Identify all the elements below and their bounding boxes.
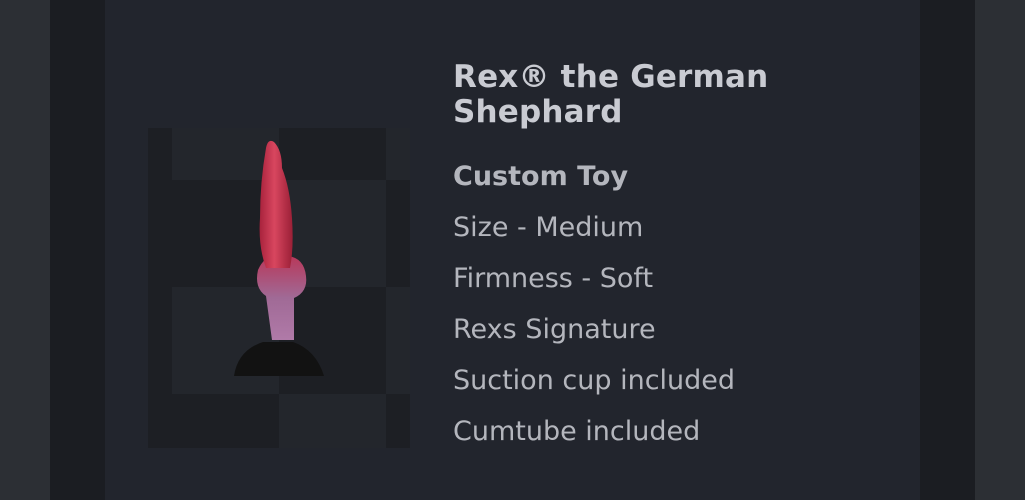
detail-cumtube: Cumtube included bbox=[453, 416, 701, 447]
detail-firmness: Firmness - Soft bbox=[453, 263, 654, 294]
product-title: Rex® the German Shephard bbox=[453, 59, 769, 130]
detail-size: Size - Medium bbox=[453, 212, 644, 243]
detail-suction-cup: Suction cup included bbox=[453, 365, 736, 396]
product-info: Rex® the German Shephard Custom Toy Size… bbox=[453, 60, 893, 449]
product-photo-icon bbox=[234, 140, 324, 376]
product-image[interactable] bbox=[148, 128, 410, 448]
product-subtitle: Custom Toy bbox=[453, 161, 629, 192]
detail-signature: Rexs Signature bbox=[453, 314, 656, 345]
